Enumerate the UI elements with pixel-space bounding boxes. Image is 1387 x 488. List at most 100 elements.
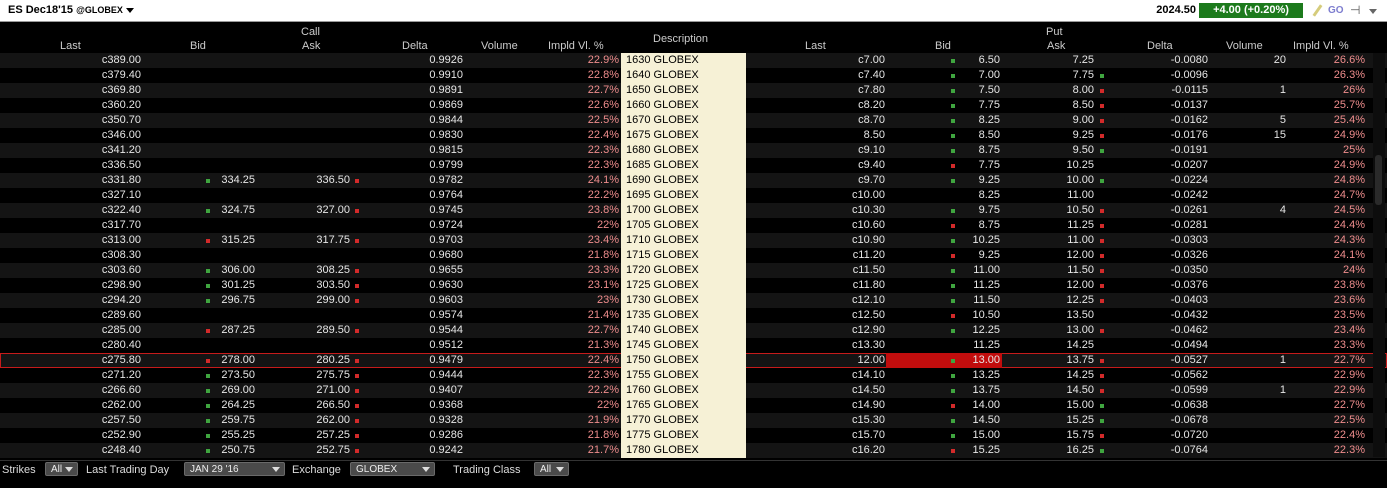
put-bid-cell[interactable]: 13.00 <box>910 353 1000 368</box>
put-bid-cell[interactable]: 11.25 <box>910 338 1000 353</box>
put-last-cell[interactable]: c7.80 <box>795 83 885 98</box>
call-iv-cell[interactable]: 22.4% <box>529 128 619 143</box>
put-volume-cell[interactable]: 4 <box>1196 203 1286 218</box>
call-volume-cell[interactable] <box>433 293 523 308</box>
put-ask-cell[interactable]: 10.50 <box>1004 203 1094 218</box>
put-ask-cell[interactable]: 11.00 <box>1004 233 1094 248</box>
put-volume-cell[interactable]: 5 <box>1196 113 1286 128</box>
strike-description-cell[interactable]: 1670 GLOBEX <box>621 113 746 128</box>
put-delta-cell[interactable]: -0.0638 <box>1118 398 1208 413</box>
option-row[interactable]: c298.90 301.25 303.50 0.9630 23.1% c11.80 11.2… <box>0 278 1387 293</box>
put-bid-cell[interactable]: 11.00 <box>910 263 1000 278</box>
call-volume-cell[interactable] <box>433 188 523 203</box>
put-bid-cell[interactable]: 7.50 <box>910 83 1000 98</box>
put-volume-cell[interactable] <box>1196 443 1286 458</box>
call-volume-cell[interactable] <box>433 143 523 158</box>
put-last-cell[interactable]: c14.50 <box>795 383 885 398</box>
put-last-cell[interactable]: c10.30 <box>795 203 885 218</box>
put-last-cell[interactable]: c13.30 <box>795 338 885 353</box>
call-iv-cell[interactable]: 21.3% <box>529 338 619 353</box>
call-last-cell[interactable]: c308.30 <box>51 248 141 263</box>
call-volume-cell[interactable] <box>433 128 523 143</box>
call-ask-cell[interactable] <box>260 98 350 113</box>
call-iv-cell[interactable]: 22% <box>529 218 619 233</box>
put-last-cell[interactable]: c7.00 <box>795 53 885 68</box>
call-iv-cell[interactable]: 22% <box>529 398 619 413</box>
trading-class-select[interactable]: All <box>534 462 569 476</box>
put-last-cell[interactable]: c15.70 <box>795 428 885 443</box>
call-ask-cell[interactable] <box>260 158 350 173</box>
call-iv-cell[interactable]: 22.3% <box>529 368 619 383</box>
call-last-cell[interactable]: c327.10 <box>51 188 141 203</box>
call-ask-cell[interactable]: 317.75 <box>260 233 350 248</box>
option-row[interactable]: c313.00 315.25 317.75 0.9703 23.4% c10.90 10.2… <box>0 233 1387 248</box>
call-ask-cell[interactable]: 257.25 <box>260 428 350 443</box>
put-volume-cell[interactable] <box>1196 158 1286 173</box>
option-row[interactable]: c303.60 306.00 308.25 0.9655 23.3% c11.50 11.0… <box>0 263 1387 278</box>
menu-chevron-icon[interactable] <box>1368 4 1378 18</box>
call-volume-cell[interactable] <box>433 98 523 113</box>
put-iv-cell[interactable]: 24.8% <box>1275 173 1365 188</box>
call-last-cell[interactable]: c275.80 <box>51 353 141 368</box>
put-iv-cell[interactable]: 24.9% <box>1275 128 1365 143</box>
strike-description-cell[interactable]: 1755 GLOBEX <box>621 368 746 383</box>
put-last-cell[interactable]: c14.10 <box>795 368 885 383</box>
put-volume-cell[interactable] <box>1196 68 1286 83</box>
call-bid-cell[interactable]: 273.50 <box>165 368 255 383</box>
put-ask-cell[interactable]: 15.75 <box>1004 428 1094 443</box>
strike-description-cell[interactable]: 1675 GLOBEX <box>621 128 746 143</box>
call-last-cell[interactable]: c294.20 <box>51 293 141 308</box>
strike-description-cell[interactable]: 1710 GLOBEX <box>621 233 746 248</box>
strike-description-cell[interactable]: 1695 GLOBEX <box>621 188 746 203</box>
put-ask-cell[interactable]: 13.50 <box>1004 308 1094 323</box>
call-bid-cell[interactable] <box>165 248 255 263</box>
put-iv-cell[interactable]: 23.3% <box>1275 338 1365 353</box>
call-ask-cell[interactable]: 275.75 <box>260 368 350 383</box>
call-volume-cell[interactable] <box>433 413 523 428</box>
call-volume-cell[interactable] <box>433 263 523 278</box>
call-volume-cell[interactable] <box>433 338 523 353</box>
call-iv-cell[interactable]: 22.6% <box>529 98 619 113</box>
strike-description-cell[interactable]: 1765 GLOBEX <box>621 398 746 413</box>
strike-description-cell[interactable]: 1640 GLOBEX <box>621 68 746 83</box>
put-iv-cell[interactable]: 22.7% <box>1275 398 1365 413</box>
option-row[interactable]: c280.40 0.9512 21.3% c13.30 11.25 14.25 -0.049… <box>0 338 1387 353</box>
put-ask-cell[interactable]: 7.75 <box>1004 68 1094 83</box>
put-delta-cell[interactable]: -0.0137 <box>1118 98 1208 113</box>
option-row[interactable]: c248.40 250.75 252.75 0.9242 21.7% c16.20 15.2… <box>0 443 1387 458</box>
call-volume-header[interactable]: Volume <box>481 40 518 52</box>
call-iv-cell[interactable]: 22.3% <box>529 158 619 173</box>
put-ask-cell[interactable]: 8.00 <box>1004 83 1094 98</box>
call-ask-cell[interactable] <box>260 128 350 143</box>
put-delta-cell[interactable]: -0.0376 <box>1118 278 1208 293</box>
put-bid-cell[interactable]: 8.75 <box>910 143 1000 158</box>
option-row[interactable]: c331.80 334.25 336.50 0.9782 24.1% c9.70 9.25 1… <box>0 173 1387 188</box>
put-iv-cell[interactable]: 23.5% <box>1275 308 1365 323</box>
link-group-icon[interactable]: GO <box>1328 4 1346 18</box>
call-ask-cell[interactable]: 262.00 <box>260 413 350 428</box>
call-last-cell[interactable]: c336.50 <box>51 158 141 173</box>
put-volume-cell[interactable] <box>1196 233 1286 248</box>
option-row[interactable]: c262.00 264.25 266.50 0.9368 22% c14.90 14.00 1… <box>0 398 1387 413</box>
put-bid-cell[interactable]: 14.00 <box>910 398 1000 413</box>
call-iv-cell[interactable]: 24.1% <box>529 173 619 188</box>
put-ask-cell[interactable]: 14.50 <box>1004 383 1094 398</box>
put-last-cell[interactable]: c10.60 <box>795 218 885 233</box>
put-iv-cell[interactable]: 22.9% <box>1275 368 1365 383</box>
option-row[interactable]: c317.70 0.9724 22% c10.60 8.75 11.25 -0.0281 24… <box>0 218 1387 233</box>
strike-description-cell[interactable]: 1700 GLOBEX <box>621 203 746 218</box>
option-row[interactable]: c389.00 0.9926 22.9% c7.00 6.50 7.25 -0.0080 20… <box>0 53 1387 68</box>
strike-description-cell[interactable]: 1760 GLOBEX <box>621 383 746 398</box>
call-bid-cell[interactable] <box>165 218 255 233</box>
put-last-cell[interactable]: c11.50 <box>795 263 885 278</box>
call-iv-header[interactable]: Impld Vl. % <box>548 40 604 52</box>
put-volume-cell[interactable] <box>1196 98 1286 113</box>
put-last-cell[interactable]: c15.30 <box>795 413 885 428</box>
put-ask-cell[interactable]: 11.25 <box>1004 218 1094 233</box>
put-iv-cell[interactable]: 25% <box>1275 143 1365 158</box>
call-ask-cell[interactable]: 299.00 <box>260 293 350 308</box>
put-last-cell[interactable]: c11.80 <box>795 278 885 293</box>
put-bid-cell[interactable]: 6.50 <box>910 53 1000 68</box>
call-volume-cell[interactable] <box>433 53 523 68</box>
call-iv-cell[interactable]: 23% <box>529 293 619 308</box>
